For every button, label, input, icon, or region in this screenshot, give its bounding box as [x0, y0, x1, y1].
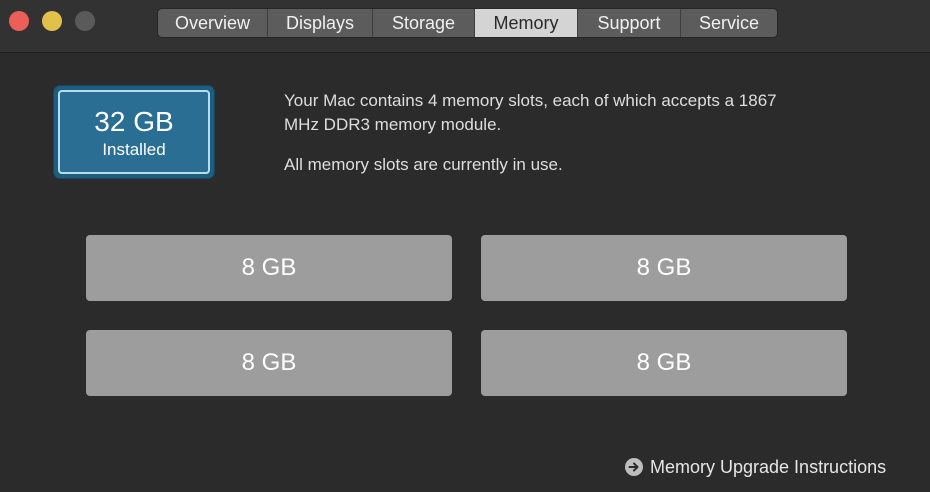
installed-memory-badge-inner: 32 GB Installed	[58, 90, 210, 174]
installed-memory-size: 32 GB	[94, 106, 174, 137]
tab-displays[interactable]: Displays	[268, 9, 373, 37]
tab-storage[interactable]: Storage	[373, 9, 475, 37]
memory-slots-status: All memory slots are currently in use.	[284, 155, 563, 174]
tab-service[interactable]: Service	[681, 9, 777, 37]
memory-slots-description: Your Mac contains 4 memory slots, each o…	[284, 91, 777, 134]
memory-slot-2: 8 GB	[481, 235, 847, 301]
arrow-right-circle-icon	[625, 458, 643, 476]
title-bar: Overview Displays Storage Memory Support…	[0, 0, 930, 53]
tab-overview[interactable]: Overview	[158, 9, 268, 37]
about-this-mac-window: Overview Displays Storage Memory Support…	[0, 0, 930, 492]
memory-slot-4: 8 GB	[481, 330, 847, 396]
memory-description: Your Mac contains 4 memory slots, each o…	[284, 89, 844, 177]
tab-bar: Overview Displays Storage Memory Support…	[157, 8, 778, 38]
zoom-window-button[interactable]	[75, 11, 95, 31]
memory-upgrade-instructions-label: Memory Upgrade Instructions	[650, 456, 887, 477]
installed-memory-label: Installed	[102, 140, 166, 159]
installed-memory-badge: 32 GB Installed	[54, 86, 214, 178]
close-window-button[interactable]	[9, 11, 29, 31]
memory-slot-1: 8 GB	[86, 235, 452, 301]
memory-slot-3: 8 GB	[86, 330, 452, 396]
tab-memory[interactable]: Memory	[475, 9, 578, 37]
tab-support[interactable]: Support	[578, 9, 681, 37]
minimize-window-button[interactable]	[42, 11, 62, 31]
memory-upgrade-instructions-link[interactable]: Memory Upgrade Instructions	[625, 456, 886, 478]
